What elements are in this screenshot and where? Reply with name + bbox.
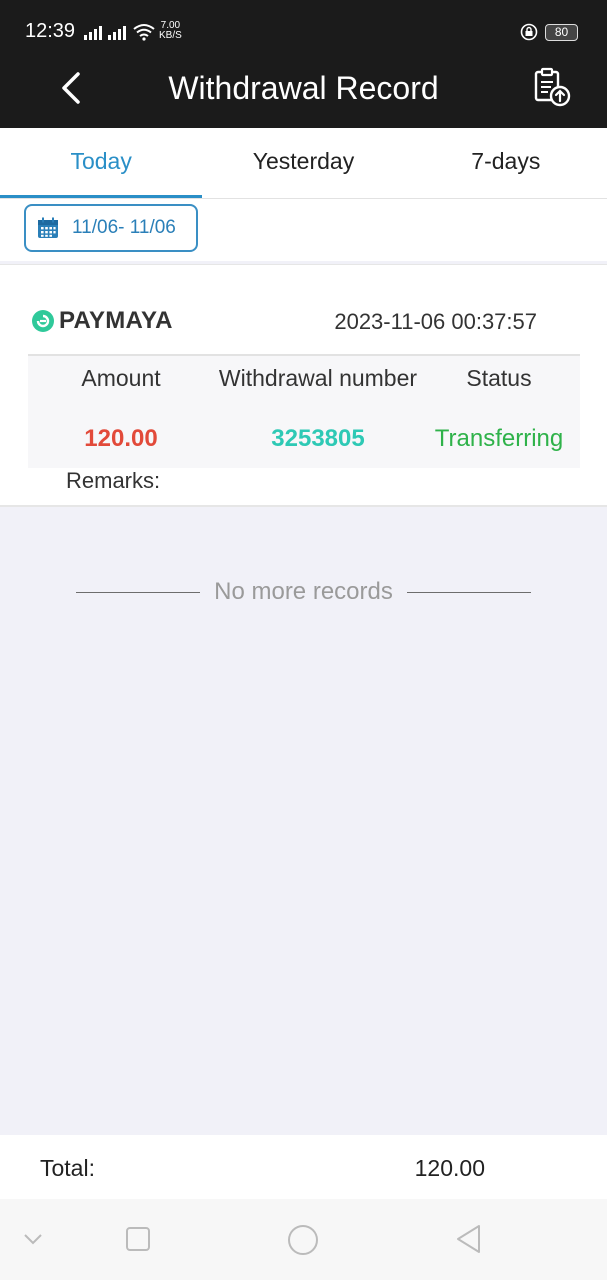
lock-rotation-icon (520, 23, 538, 41)
record-details: Amount 120.00 Withdrawal number 3253805 … (28, 354, 580, 468)
withdrawal-record-card[interactable]: PAYMAYA 2023-11-06 00:37:57 Amount 120.0… (0, 264, 607, 507)
status-bar: 12:39 7.00 KB/S 80 (0, 0, 607, 48)
withdrawal-number-value: 3253805 (271, 425, 365, 452)
total-value: 120.00 (414, 1155, 485, 1181)
no-more-records: No more records (0, 576, 607, 608)
status-time: 12:39 (25, 20, 76, 42)
divider-left (76, 591, 201, 593)
system-nav-bar (0, 1199, 607, 1280)
no-more-text: No more records (214, 578, 393, 605)
provider: PAYMAYA (32, 307, 173, 335)
nav-home-icon[interactable] (287, 1224, 319, 1256)
status-header: Status (466, 365, 532, 391)
total-label: Total: (40, 1155, 95, 1181)
record-datetime: 2023-11-06 00:37:57 (334, 309, 537, 334)
net-speed: 7.00 KB/S (159, 20, 182, 41)
tab-today[interactable]: Today (0, 128, 203, 198)
amount-header: Amount (81, 365, 161, 391)
page-title: Withdrawal Record (168, 70, 439, 106)
total-bar: Total: 120.00 (0, 1135, 607, 1199)
divider-right (406, 591, 531, 593)
calendar-icon (38, 217, 58, 238)
nav-collapse-icon[interactable] (22, 1231, 44, 1247)
upload-record-icon[interactable] (530, 66, 574, 110)
date-range-button[interactable]: 11/06- 11/06 (24, 204, 198, 252)
amount-value: 120.00 (84, 425, 158, 452)
amount-column: Amount 120.00 (56, 356, 186, 453)
date-range-label: 11/06- 11/06 (72, 217, 176, 238)
withdrawal-number-header: Withdrawal number (218, 365, 418, 391)
nav-recents-icon[interactable] (125, 1226, 151, 1252)
withdrawal-number-column: Withdrawal number 3253805 (208, 356, 428, 453)
status-value: Transferring (434, 425, 564, 452)
paymaya-logo-icon (32, 310, 54, 332)
date-filter-bar: 11/06- 11/06 (0, 199, 607, 261)
provider-name: PAYMAYA (59, 307, 173, 334)
app-header: Withdrawal Record (0, 48, 607, 128)
date-tabs: Today Yesterday 7-days (0, 128, 607, 199)
tab-7-days[interactable]: 7-days (405, 128, 607, 198)
signal-icon (84, 26, 126, 40)
status-column: Status Transferring (428, 356, 570, 453)
nav-back-icon[interactable] (455, 1224, 483, 1254)
battery-icon: 80 (545, 24, 578, 41)
tab-yesterday[interactable]: Yesterday (202, 128, 404, 198)
remarks-label: Remarks: (66, 468, 161, 493)
wifi-icon (133, 24, 155, 41)
